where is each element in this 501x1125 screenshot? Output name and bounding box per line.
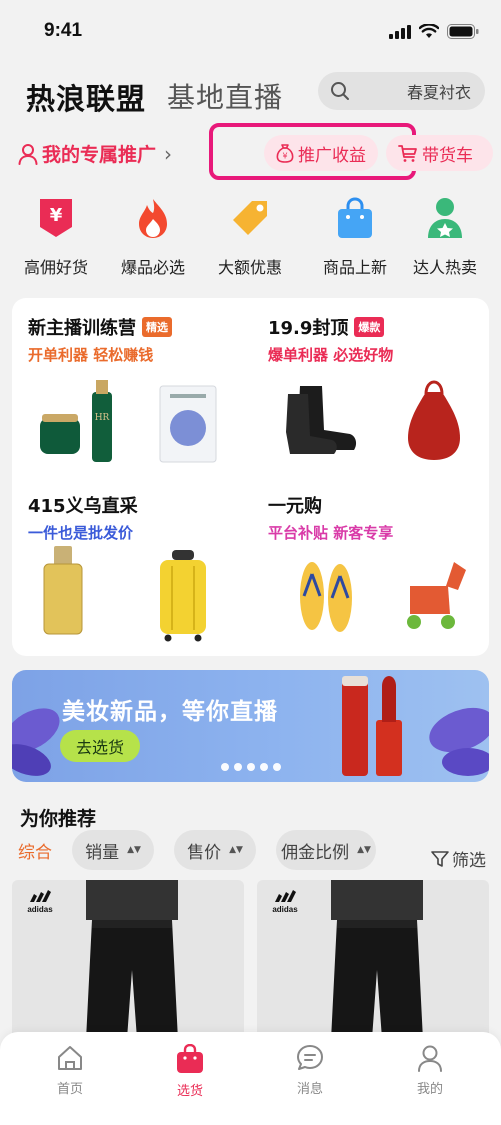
earnings-label: 推广收益 <box>298 145 366 166</box>
flower-decoration <box>429 707 489 776</box>
chevron-right-icon: › <box>164 141 173 166</box>
status-bar: 9:41 <box>0 0 501 62</box>
sort-commission-label: 佣金比例 <box>281 842 350 863</box>
home-icon <box>58 1046 82 1070</box>
category-label: 爆品必选 <box>120 258 185 277</box>
feature-19-9-capped[interactable]: 19.9封顶 爆款 爆单利器 必选好物 <box>252 298 482 473</box>
tab-base-live[interactable]: 基地直播 <box>167 76 283 116</box>
feature-title: 一元购 <box>268 496 322 517</box>
wifi-icon <box>419 24 439 38</box>
feature-title: 415义乌直采 <box>28 496 138 517</box>
sort-commission-chip[interactable]: 佣金比例 ▲▼ <box>276 830 376 870</box>
shopping-bag-icon <box>338 197 372 238</box>
filter-button[interactable]: 筛选 <box>430 846 486 871</box>
filter-label: 筛选 <box>452 851 486 871</box>
tab-profile[interactable]: 我的 <box>390 1044 470 1097</box>
category-high-commission[interactable]: ¥ 高佣好货 <box>11 196 101 278</box>
chat-bubble-icon <box>297 1045 323 1070</box>
selling-cart-button[interactable]: 带货车 <box>386 135 493 171</box>
category-row: ¥ 高佣好货 爆品必选 大额优惠 商品上新 达人热卖 <box>0 196 501 286</box>
fire-icon <box>139 199 167 238</box>
svg-text:¥: ¥ <box>50 205 63 226</box>
search-placeholder: 春夏衬衣 <box>406 83 471 102</box>
tab-messages[interactable]: 消息 <box>270 1044 350 1097</box>
flipflops-and-toy-image <box>300 562 466 632</box>
tab-select-goods[interactable]: 选货 <box>150 1044 230 1099</box>
cart-icon <box>398 145 417 162</box>
my-promotion-link[interactable]: 我的专属推广 › <box>18 140 172 167</box>
status-icons <box>389 24 479 39</box>
category-big-discount[interactable]: 大额优惠 <box>205 196 295 278</box>
sort-arrows-icon: ▲▼ <box>229 844 243 855</box>
tab-label: 选货 <box>176 1084 203 1099</box>
cart-label: 带货车 <box>422 145 473 166</box>
feature-yiwu-direct[interactable]: 415义乌直采 一件也是批发价 <box>12 476 242 651</box>
category-label: 商品上新 <box>322 258 387 277</box>
carousel-indicator <box>221 763 281 771</box>
category-label: 达人热卖 <box>412 258 477 277</box>
promotion-row: 我的专属推广 › ¥ 推广收益 带货车 <box>0 123 501 180</box>
sort-filter-bar: 综合 销量 ▲▼ 售价 ▲▼ 佣金比例 ▲▼ 筛选 <box>0 830 501 872</box>
feature-subtitle: 一件也是批发价 <box>28 524 134 542</box>
tab-label: 消息 <box>296 1082 323 1097</box>
feature-title: 19.9封顶 <box>268 318 349 339</box>
funnel-icon <box>431 850 449 867</box>
feature-subtitle: 平台补贴 新客专享 <box>268 524 394 542</box>
bottom-tab-bar: 首页 选货 消息 我的 <box>0 1032 501 1125</box>
category-label: 大额优惠 <box>217 258 282 277</box>
boots-and-bag-image <box>286 380 460 460</box>
tab-label: 我的 <box>416 1082 443 1097</box>
svg-text:adidas: adidas <box>27 905 53 914</box>
feature-subtitle: 爆单利器 必选好物 <box>268 346 394 364</box>
svg-text:HR: HR <box>95 413 110 423</box>
svg-text:¥: ¥ <box>282 152 287 161</box>
user-icon <box>18 143 38 165</box>
battery-icon <box>447 24 479 39</box>
sort-price-label: 售价 <box>187 842 222 863</box>
sort-arrows-icon: ▲▼ <box>127 844 141 855</box>
recommend-title: 为你推荐 <box>20 808 97 830</box>
star-user-icon <box>428 198 462 238</box>
feature-tag: 精选 <box>142 317 172 337</box>
feature-tag: 爆款 <box>354 317 385 337</box>
sort-sales-label: 销量 <box>85 842 120 863</box>
category-new-arrivals[interactable]: 商品上新 <box>310 196 400 278</box>
sort-sales-chip[interactable]: 销量 ▲▼ <box>72 830 154 870</box>
feature-new-streamer-camp[interactable]: 新主播训练营 精选 开单利器 轻松赚钱 HR <box>12 298 242 473</box>
money-bag-icon: ¥ <box>276 144 294 163</box>
tab-home[interactable]: 首页 <box>30 1044 110 1097</box>
perfume-and-suitcase-image <box>43 546 206 642</box>
yen-tag-icon: ¥ <box>40 199 72 237</box>
status-time: 9:41 <box>44 20 83 41</box>
feature-subtitle: 开单利器 轻松赚钱 <box>28 346 154 364</box>
search-input[interactable]: 春夏衬衣 <box>318 72 485 110</box>
category-hot-items[interactable]: 爆品必选 <box>108 196 198 278</box>
feature-card-grid: 新主播训练营 精选 开单利器 轻松赚钱 HR 19.9封顶 爆款 爆单利器 必选好物… <box>12 298 489 656</box>
category-label: 高佣好货 <box>23 258 88 277</box>
user-icon <box>418 1045 442 1072</box>
tab-label: 首页 <box>56 1082 83 1097</box>
skincare-bottles-image: HR <box>40 380 217 463</box>
promotion-earnings-button[interactable]: ¥ 推广收益 <box>264 135 378 171</box>
promo-banner[interactable]: 美妆新品，等你直播 去选货 <box>12 670 489 782</box>
go-select-button[interactable]: 去选货 <box>60 730 140 762</box>
category-influencer-hot[interactable]: 达人热卖 <box>400 196 490 278</box>
banner-title: 美妆新品，等你直播 <box>62 699 278 725</box>
search-icon <box>331 82 349 100</box>
sort-comprehensive[interactable]: 综合 <box>18 838 52 863</box>
price-tag-icon <box>233 201 267 235</box>
signal-icon <box>389 24 411 39</box>
tab-reelang-alliance[interactable]: 热浪联盟 <box>26 76 146 118</box>
top-header: 热浪联盟 基地直播 春夏衬衣 <box>0 62 501 122</box>
feature-title: 新主播训练营 <box>28 318 136 339</box>
svg-text:adidas: adidas <box>272 905 298 914</box>
shopping-bag-icon <box>177 1044 203 1073</box>
sort-price-chip[interactable]: 售价 ▲▼ <box>174 830 256 870</box>
sort-arrows-icon: ▲▼ <box>357 844 371 855</box>
feature-one-yuan-buy[interactable]: 一元购 平台补贴 新客专享 <box>252 476 482 651</box>
my-promotion-label: 我的专属推广 <box>42 144 157 166</box>
